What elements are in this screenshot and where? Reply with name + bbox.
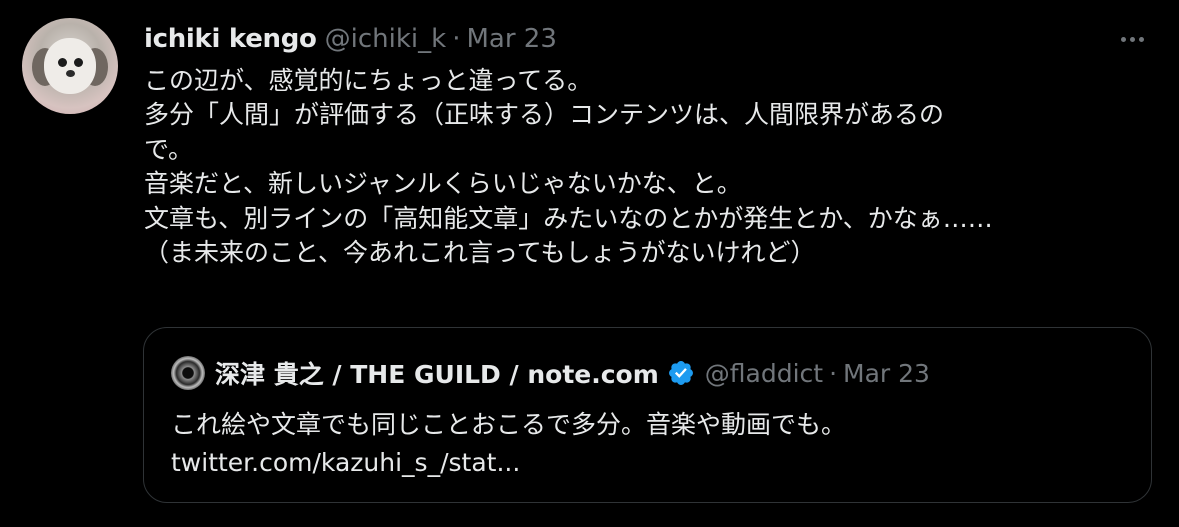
avatar-eye-right [74, 58, 83, 67]
tweet-text-line: 文章も、別ラインの「高知能文章」みたいなのとかが発生とか、かなぁ…… [144, 203, 993, 233]
quoted-tweet-card[interactable]: 深津 貴之 / THE GUILD / note.com @fladdict ·… [143, 327, 1152, 503]
quoted-tweet-header: 深津 貴之 / THE GUILD / note.com @fladdict ·… [171, 356, 930, 390]
more-horizontal-icon [1120, 36, 1126, 42]
quoted-author-display-name: 深津 貴之 / THE GUILD / note.com [215, 360, 659, 389]
author-handle[interactable]: @ichiki_k [325, 24, 447, 54]
avatar-nose [66, 70, 75, 77]
more-options-button[interactable] [1112, 24, 1152, 54]
tweet-text-line: で。 [144, 134, 194, 164]
quoted-author-avatar [171, 356, 205, 390]
quoted-tweet-date: Mar 23 [843, 358, 930, 388]
avatar-face [44, 38, 96, 94]
tweet-text-line: 多分「人間」が評価する（正味する）コンテンツは、人間限界があるの [144, 100, 945, 130]
quoted-tweet-body: これ絵や文章でも同じことおこるで多分。音楽や動画でも。 [171, 410, 847, 439]
verified-badge-icon [667, 359, 695, 387]
tweet-date[interactable]: Mar 23 [466, 24, 556, 54]
tweet-text-line: この辺が、感覚的にちょっと違ってる。 [144, 66, 593, 95]
quoted-author-handle: @fladdict [704, 358, 824, 388]
avatar-eye-left [58, 58, 67, 67]
tweet-text: この辺が、感覚的にちょっと違ってる。 多分「人間」が評価する（正味する）コンテン… [144, 64, 1154, 270]
author-avatar[interactable] [22, 18, 118, 114]
quoted-header-separator: · [829, 358, 838, 388]
tweet-text-line: （ま未来のこと、今あれこれ言ってもしょうがないけれど） [144, 238, 816, 268]
author-display-name[interactable]: ichiki kengo [144, 24, 317, 54]
quoted-tweet-text: これ絵や文章でも同じことおこるで多分。音楽や動画でも。 twitter.com/… [171, 406, 1131, 482]
tweet-text-line: 音楽だと、新しいジャンルくらいじゃないかな、と。 [144, 169, 742, 199]
tweet-header: ichiki kengo @ichiki_k · Mar 23 [144, 22, 557, 56]
header-separator: · [452, 24, 461, 54]
quoted-tweet-link[interactable]: twitter.com/kazuhi_s_/stat... [171, 444, 1131, 482]
